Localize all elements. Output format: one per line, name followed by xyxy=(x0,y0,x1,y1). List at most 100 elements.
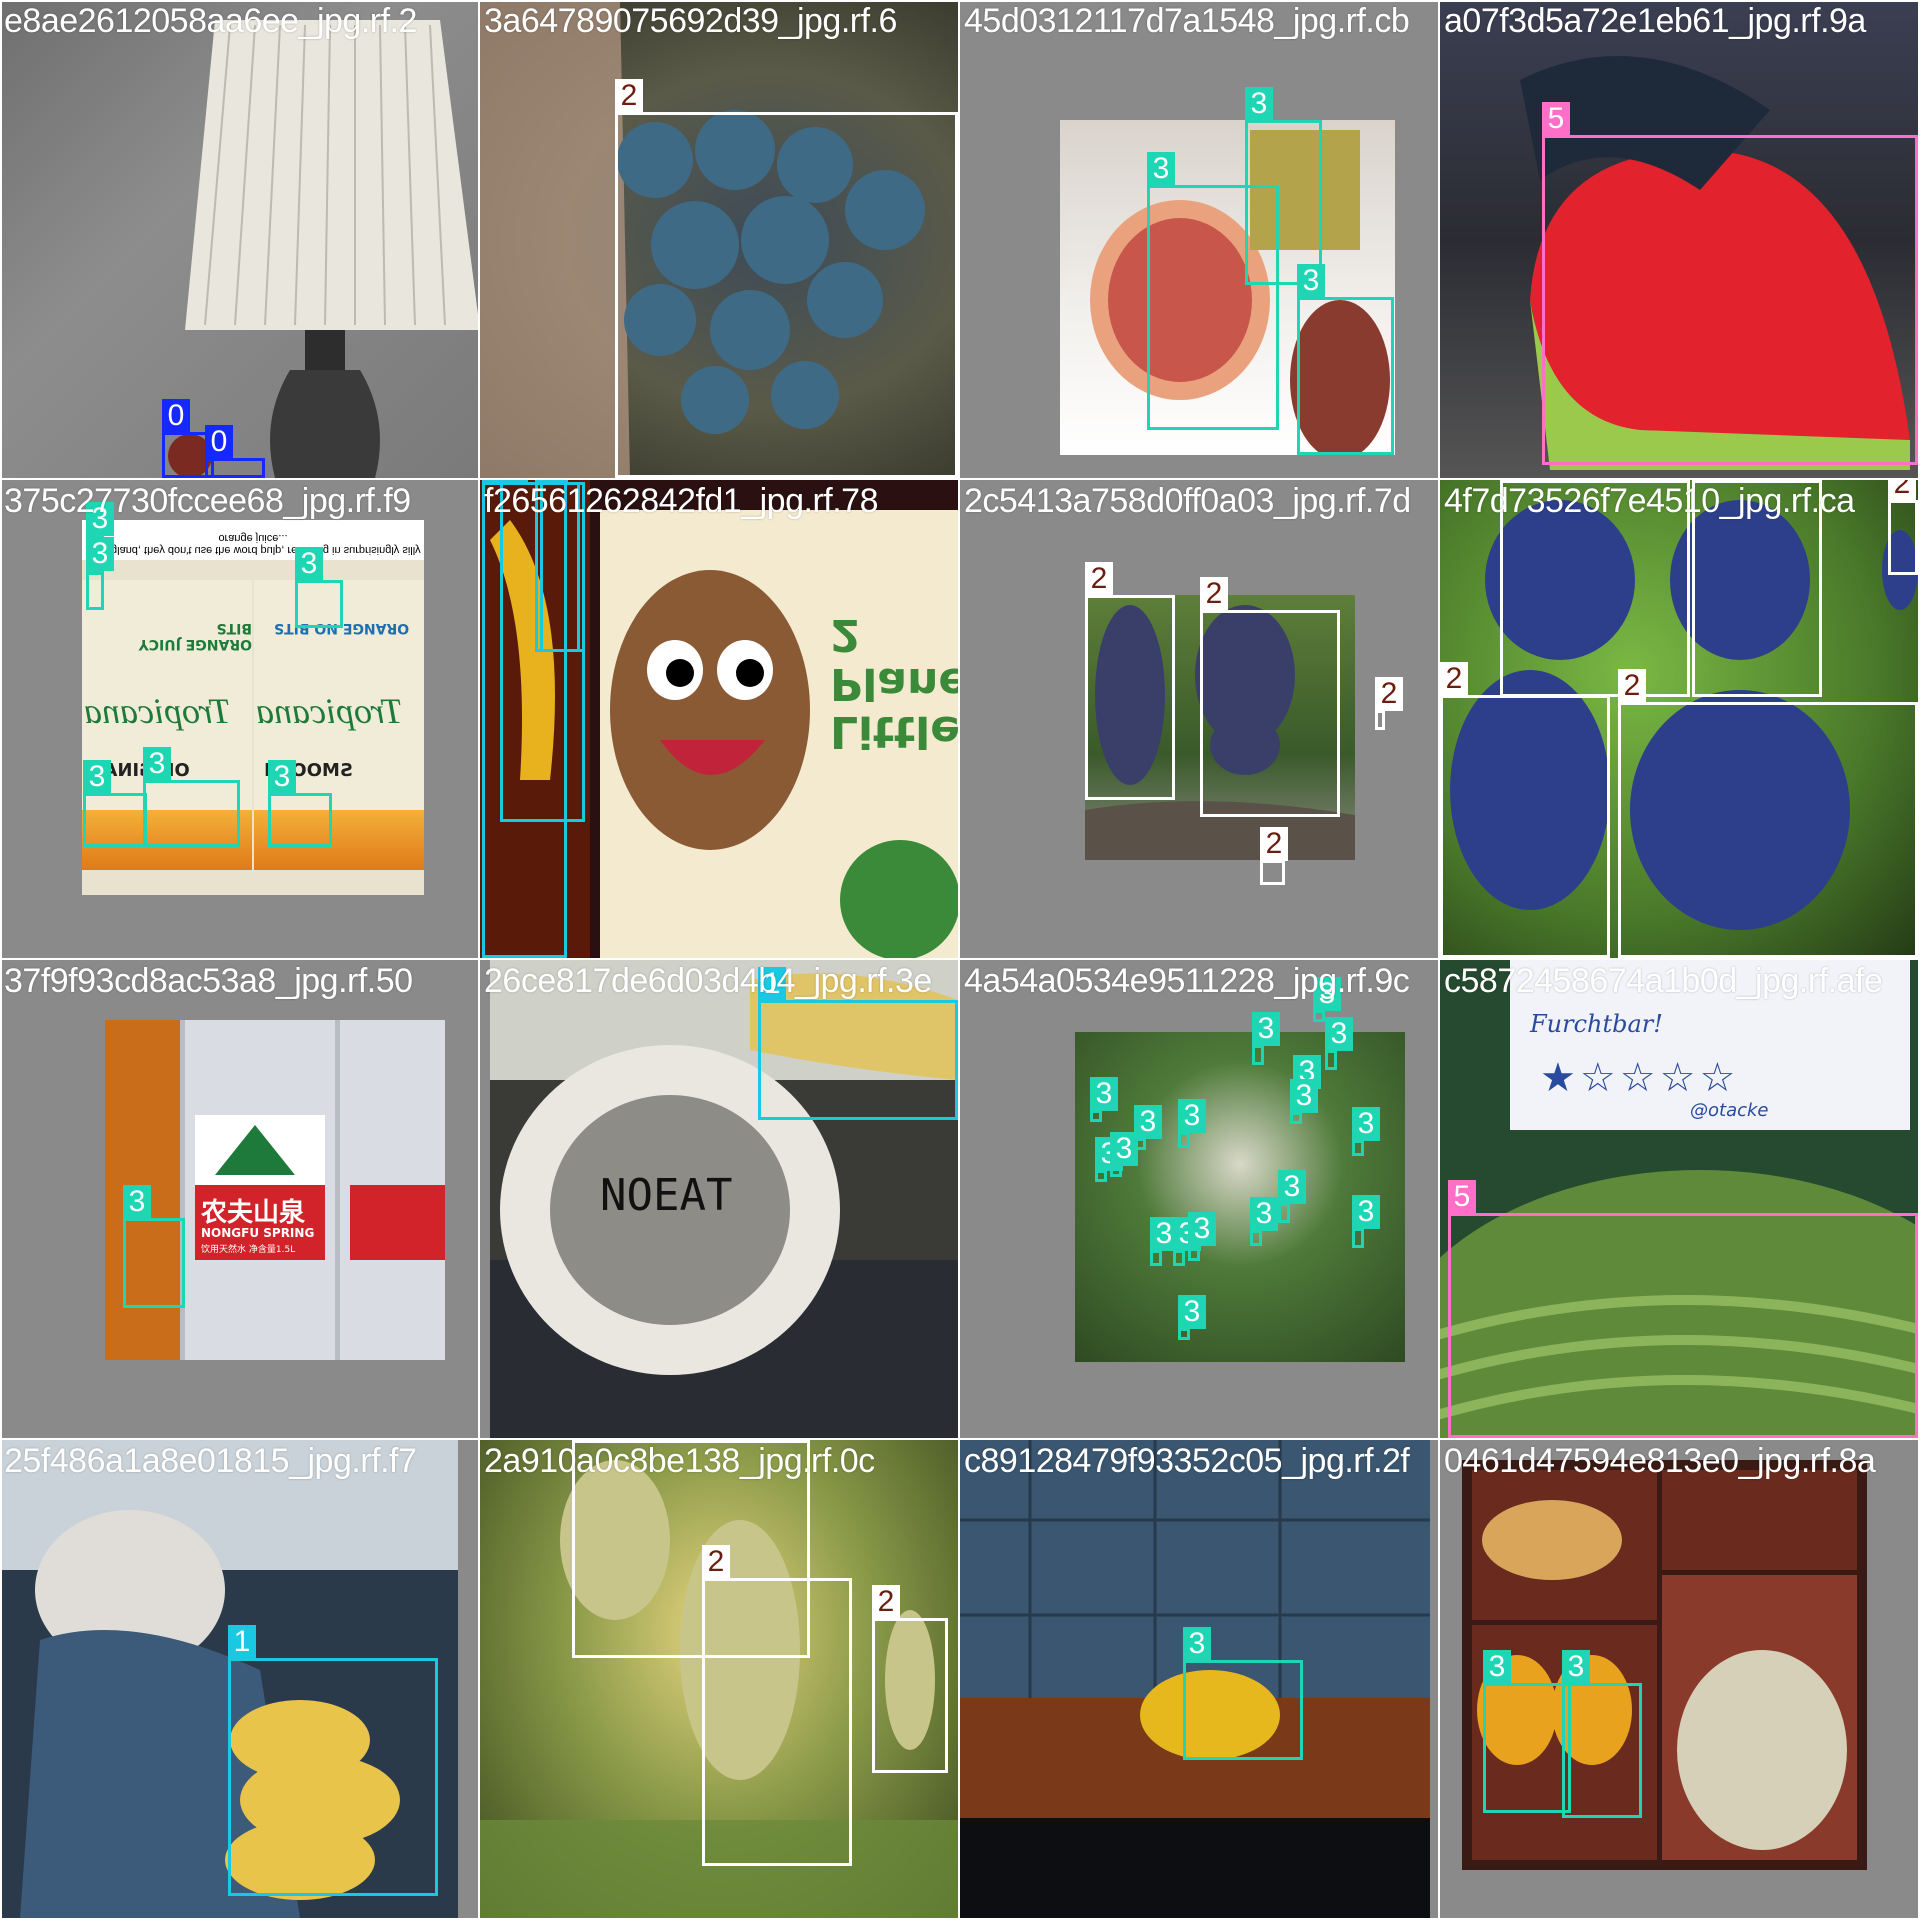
tile-water-bottles: 农夫山泉 NONGFU SPRING 饮用天然水 净含量1.5L 37f9f93… xyxy=(0,960,478,1438)
tile-grapefruit: 45d0312117d7a1548_jpg.rf.cb 3 3 3 xyxy=(960,0,1438,478)
bbox-class-label: 3 xyxy=(143,747,171,781)
bbox-class-label: 3 xyxy=(1183,1627,1211,1661)
no-eat-text: NOEAT xyxy=(600,1170,733,1221)
bbox: 3 xyxy=(1278,1170,1306,1223)
bbox-class-label: 5 xyxy=(1542,102,1570,136)
bbox: 3 xyxy=(1250,1197,1278,1246)
bbox: 5 xyxy=(1542,102,1918,465)
tile-tropicana: In England, they don't use the word pulp… xyxy=(0,480,478,958)
tile-watermelon-whole: Furchtbar! ★☆☆☆☆ @otacke c5872458674a1b0… xyxy=(1440,960,1918,1438)
nongfu-small-text: 饮用天然水 净含量1.5L xyxy=(201,1245,296,1255)
bbox: 3 xyxy=(1483,1650,1571,1813)
bbox-class-label: 2 xyxy=(1500,480,1528,481)
tile-orange-tree: 4a54a0534e9511228_jpg.rf.9c 3 3 3 3 3 3 … xyxy=(960,960,1438,1438)
tile-filename: 26ce817de6d03d4b4_jpg.rf.3e xyxy=(484,962,932,1000)
bbox: 3 xyxy=(295,547,343,628)
bbox: 3 xyxy=(123,1185,185,1308)
brand-text: Tropicana xyxy=(256,691,403,731)
bbox: 2 xyxy=(1375,677,1403,730)
tile-filename: e8ae2612058aa6ee_jpg.rf.2 xyxy=(4,2,417,40)
bbox: 2 xyxy=(1200,577,1340,817)
bbox-class-label: 2 xyxy=(1618,669,1646,703)
bbox: 3 xyxy=(1095,1137,1123,1182)
bbox: 2 xyxy=(1260,827,1288,885)
bbox-class-label: 3 xyxy=(295,547,323,581)
bbox-class-label: 2 xyxy=(1888,480,1916,501)
tile-filename: 45d0312117d7a1548_jpg.rf.cb xyxy=(964,2,1410,40)
bbox-class-label: 3 xyxy=(268,760,296,794)
tile-lemon-counter: c89128479f93352c05_jpg.rf.2f 3 xyxy=(960,1440,1438,1918)
bbox: 3 xyxy=(143,747,240,847)
bbox: 3 xyxy=(1325,1017,1353,1070)
bbox: 2 xyxy=(702,1545,852,1866)
tile-littlebigplanet: LittleBig Planet 2 f26561262842fd1_jpg.r… xyxy=(480,480,958,958)
bbox-class-label: 2 xyxy=(1375,677,1403,711)
bbox-class-label: 3 xyxy=(1562,1650,1590,1684)
tile-bento: 0461d47594e813e0_jpg.rf.8a 3 3 xyxy=(1440,1440,1918,1918)
bbox-class-label: 3 xyxy=(1250,1197,1278,1231)
tile-filename: 37f9f93cd8ac53a8_jpg.rf.50 xyxy=(4,962,413,1000)
bbox-class-label: 3 xyxy=(83,760,111,794)
tile-filename: c5872458674a1b0d_jpg.rf.afe xyxy=(1444,962,1883,1000)
bbox: 3 xyxy=(1352,1195,1380,1248)
tile-filename: 4f7d73526f7e4510_jpg.rf.ca xyxy=(1444,482,1855,520)
bbox-class-label: 3 xyxy=(1483,1650,1511,1684)
bbox-class-label: 3 xyxy=(1110,1132,1138,1166)
tile-filename: 3a64789075692d39_jpg.rf.6 xyxy=(484,2,897,40)
bbox-class-label: 3 xyxy=(1352,1107,1380,1141)
bbox: 3 xyxy=(1252,1012,1280,1065)
bbox: 3 xyxy=(1150,1217,1178,1266)
bbox-class-label: 3 xyxy=(1188,1212,1216,1246)
tile-filename: c89128479f93352c05_jpg.rf.2f xyxy=(964,1442,1410,1480)
bbox-class-label: 2 xyxy=(702,1545,730,1579)
tile-grapes-clusters: 4f7d73526f7e4510_jpg.rf.ca 2 2 2 2 2 xyxy=(1440,480,1918,958)
tile-watermelon: a07f3d5a72e1eb61_jpg.rf.9a 5 xyxy=(1440,0,1918,478)
bbox-class-label: 3 xyxy=(1147,152,1175,186)
bbox-class-label: 2 xyxy=(872,1585,900,1619)
tile-blueberries: 3a64789075692d39_jpg.rf.6 2 xyxy=(480,0,958,478)
bbox: 0 xyxy=(205,425,265,478)
bbox: 3 xyxy=(86,537,114,610)
bbox-class-label: 5 xyxy=(1448,1180,1476,1214)
bbox-class-label: 2 xyxy=(1260,827,1288,861)
bbox: 3 xyxy=(1110,1132,1138,1177)
tile-banana-car: 25f486a1a8e01815_jpg.rf.f7 1 xyxy=(0,1440,478,1918)
bbox: 2 xyxy=(615,79,958,478)
bbox: 3 xyxy=(1188,1212,1216,1261)
bbox: 3 xyxy=(1183,1627,1303,1760)
tile-filename: f26561262842fd1_jpg.rf.78 xyxy=(484,482,878,520)
mosaic-grid: e8ae2612058aa6ee_jpg.rf.2 0 0 3a64789075… xyxy=(0,0,1920,1920)
bbox-class-label: 2 xyxy=(615,79,643,113)
tile-lamp: e8ae2612058aa6ee_jpg.rf.2 0 0 xyxy=(0,0,478,478)
bbox-class-label: 3 xyxy=(1090,1077,1118,1111)
brand-text: Tropicana xyxy=(84,691,231,731)
bbox: 2 xyxy=(1440,662,1610,958)
bbox-class-label: 3 xyxy=(1134,1105,1162,1139)
bbox: 3 xyxy=(1090,1077,1118,1122)
bbox: 3 xyxy=(1178,1295,1206,1340)
bbox: 3 xyxy=(1290,1079,1318,1124)
tile-filename: 0461d47594e813e0_jpg.rf.8a xyxy=(1444,1442,1876,1480)
juicy-bits-text: ORANGE JUICY BITS xyxy=(138,620,252,652)
bbox-class-label: 1 xyxy=(228,1625,256,1659)
bbox-class-label: 3 xyxy=(1297,264,1325,298)
bbox-class-label: 0 xyxy=(162,399,190,433)
bbox-class-label: 2 xyxy=(1200,577,1228,611)
bbox: 3 xyxy=(1313,977,1341,1022)
bbox: 2 xyxy=(1888,480,1918,575)
bbox: 3 xyxy=(1352,1107,1380,1156)
bbox-class-label: 3 xyxy=(123,1185,151,1219)
tile-no-eat-container: NOEAT 26ce817de6d03d4b4_jpg.rf.3e 1 xyxy=(480,960,958,1438)
water-bottles-illustration xyxy=(105,1020,445,1360)
bbox-class-label: 3 xyxy=(1178,1099,1206,1133)
photo-water-bottles: 农夫山泉 NONGFU SPRING 饮用天然水 净含量1.5L xyxy=(105,1020,445,1360)
bbox: 3 xyxy=(1245,87,1322,285)
bbox-class-label: 3 xyxy=(1290,1079,1318,1113)
bbox: 2 xyxy=(872,1585,948,1773)
bbox-class-label: 3 xyxy=(1352,1195,1380,1229)
bbox-class-label: 0 xyxy=(205,425,233,459)
tile-filename: 2a910a0c8be138_jpg.rf.0c xyxy=(484,1442,875,1480)
nongfu-text: 农夫山泉 xyxy=(201,1198,306,1228)
lamp-illustration xyxy=(168,20,478,478)
bbox-class-label: 3 xyxy=(1178,1295,1206,1329)
